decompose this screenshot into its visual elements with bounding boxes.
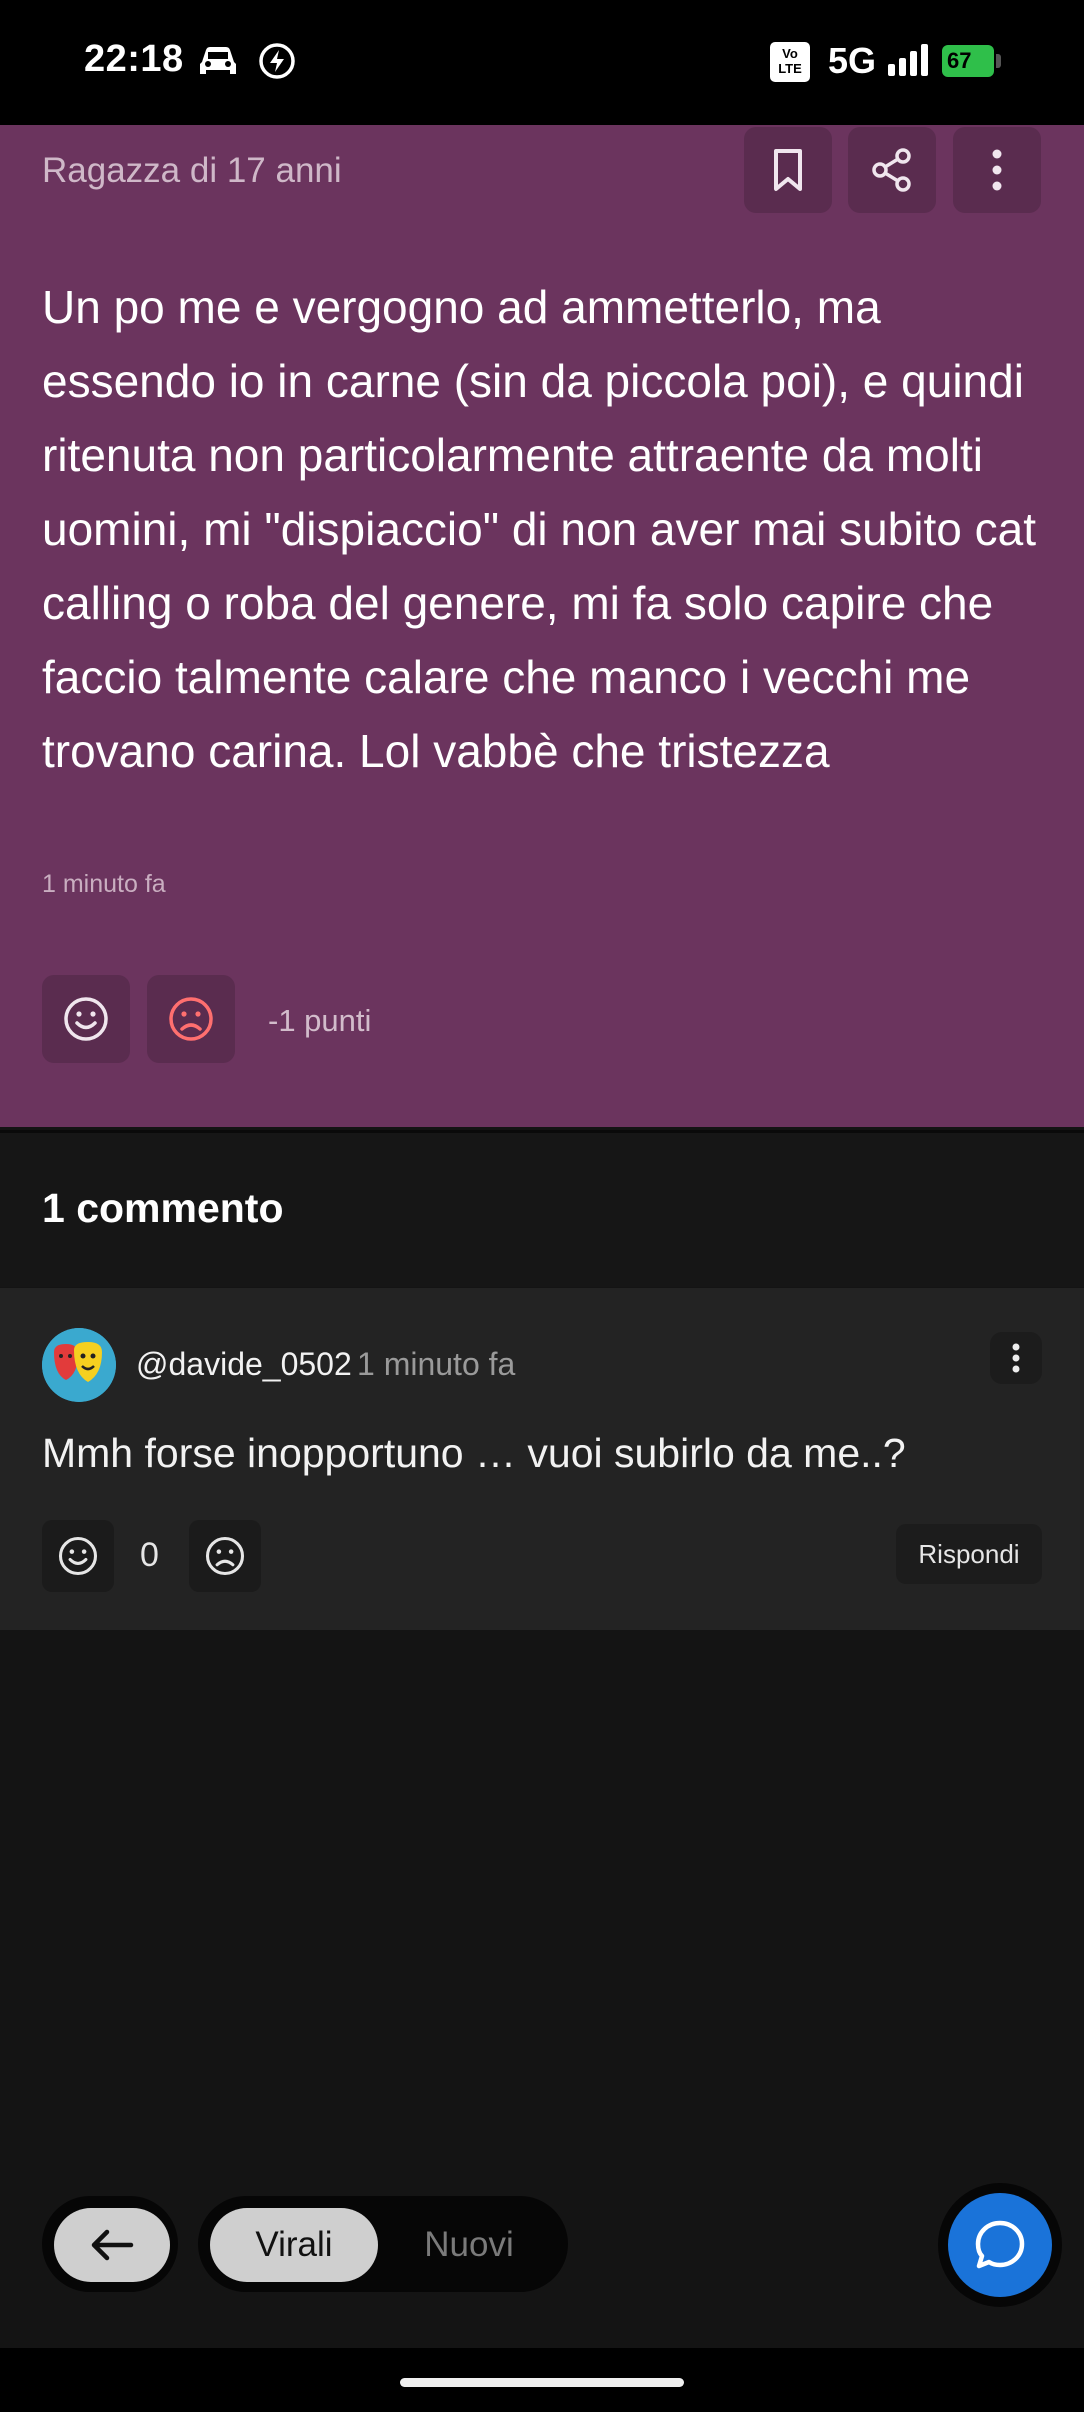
chat-fab-button[interactable] [948, 2193, 1052, 2297]
volte-icon: Vo LTE [770, 42, 810, 82]
upvote-button[interactable] [42, 975, 130, 1063]
battery-tip [996, 54, 1001, 68]
avatar[interactable] [42, 1328, 116, 1402]
car-icon [196, 42, 240, 85]
post-body: Un po me e vergogno ad ammetterlo, ma es… [42, 281, 1036, 777]
comment-body: Mmh forse inopportuno … vuoi subirlo da … [42, 1430, 906, 1476]
frown-icon [205, 1536, 245, 1576]
comment-score: 0 [140, 1536, 159, 1574]
frown-icon [169, 997, 213, 1041]
comment-downvote-button[interactable] [189, 1520, 261, 1592]
reply-button[interactable]: Rispondi [896, 1524, 1042, 1584]
post-points: -1 punti [268, 1003, 372, 1038]
downvote-button[interactable] [147, 975, 235, 1063]
bookmark-button[interactable] [744, 127, 832, 213]
comments-count: 1 commento [42, 1185, 284, 1231]
comments-header: 1 commento [0, 1130, 1084, 1287]
arrow-left-icon [91, 2229, 134, 2261]
more-vertical-icon [992, 149, 1002, 191]
signal-icon [888, 44, 930, 81]
post-card: Ragazza di 17 anni Un po me e vergogno a… [0, 125, 1084, 1127]
charging-bolt-icon [258, 42, 296, 85]
more-vertical-icon [1012, 1343, 1020, 1373]
share-icon [872, 148, 911, 192]
smile-icon [64, 997, 108, 1041]
comment-item: @davide_0502 1 minuto fa Mmh forse inopp… [0, 1288, 1084, 1630]
back-button[interactable] [54, 2208, 170, 2282]
comment-upvote-button[interactable] [42, 1520, 114, 1592]
tab-virali[interactable]: Virali [210, 2208, 378, 2282]
chat-bubble-icon [975, 2220, 1025, 2269]
comment-timestamp: 1 minuto fa [357, 1346, 516, 1382]
post-timestamp: 1 minuto fa [42, 870, 166, 898]
comment-more-button[interactable] [990, 1332, 1042, 1384]
home-indicator[interactable] [400, 2378, 684, 2387]
battery-icon: 67 [942, 45, 994, 77]
bookmark-icon [774, 149, 802, 191]
comment-username[interactable]: @davide_0502 [136, 1346, 352, 1383]
share-button[interactable] [848, 127, 936, 213]
theater-masks-icon [42, 1328, 116, 1402]
tab-nuovi[interactable]: Nuovi [400, 2208, 538, 2282]
post-author: Ragazza di 17 anni [42, 151, 342, 190]
more-options-button[interactable] [953, 127, 1041, 213]
smile-icon [58, 1536, 98, 1576]
status-time: 22:18 [84, 38, 184, 80]
network-type: 5G [828, 40, 877, 81]
